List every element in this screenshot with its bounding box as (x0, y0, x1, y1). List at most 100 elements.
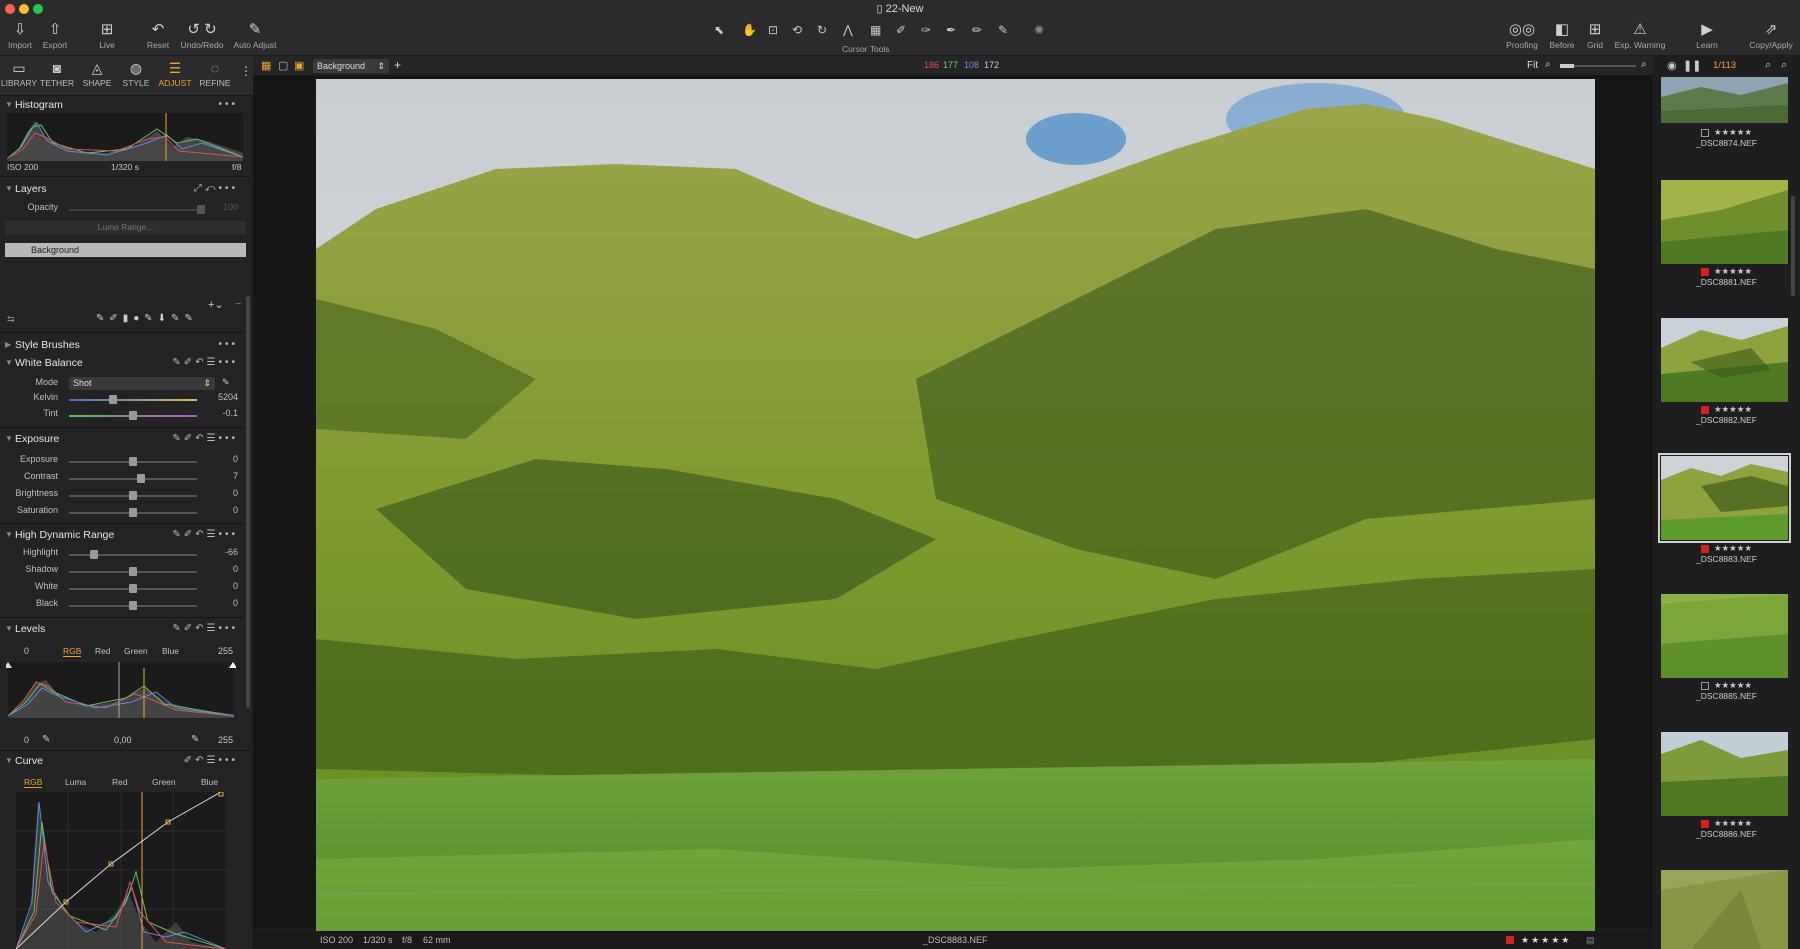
thumb-rating[interactable]: ★★★★★ (1714, 127, 1752, 137)
wb-mode-select[interactable]: Shot ⇕ (69, 377, 215, 390)
pan-cursor-icon[interactable]: ✋ (742, 23, 757, 37)
levels-out-low[interactable]: 0 (24, 735, 29, 745)
hdr-header[interactable]: ▼ High Dynamic Range ✎✐↶☰••• (0, 526, 250, 544)
thumb-rating[interactable]: ★★★★★ (1714, 680, 1752, 690)
shadow-knob[interactable] (129, 567, 137, 576)
brightness-slider[interactable] (69, 491, 197, 500)
highlight-value[interactable]: -66 (198, 547, 238, 557)
white-slider[interactable] (69, 584, 197, 593)
spot-icon[interactable]: ▦ (870, 23, 881, 37)
layer-select[interactable]: Background ⇕ (313, 59, 389, 73)
style-brushes-header[interactable]: ▶ Style Brushes ••• (0, 336, 250, 354)
eyedropper-black-icon[interactable]: ✎ (42, 734, 50, 745)
color-tag-none[interactable] (1700, 681, 1709, 690)
saturation-slider[interactable] (69, 508, 197, 517)
saturation-knob[interactable] (129, 508, 137, 517)
filter-icon[interactable]: ⌕ (1781, 59, 1787, 72)
grid-button[interactable]: ⊞ Grid (1582, 20, 1608, 50)
color-tag-red[interactable] (1506, 936, 1514, 944)
tint-value[interactable]: -0.1 (198, 408, 238, 418)
white-balance-header[interactable]: ▼ White Balance ✎✐↶☰••• (0, 354, 250, 372)
keystone-icon[interactable]: ⋀ (843, 23, 853, 37)
pause-icon[interactable]: ❚❚ (1683, 59, 1701, 72)
opacity-value[interactable]: 100 (198, 202, 238, 212)
color-tag-red[interactable] (1700, 267, 1709, 276)
zoom-out-icon[interactable]: ⌕ (1545, 59, 1551, 70)
zoom-slider[interactable] (1560, 64, 1636, 68)
left-panel-scrollbar[interactable] (246, 296, 250, 708)
hdr-tools-icon[interactable]: ✎✐↶☰••• (172, 526, 238, 544)
proofing-button[interactable]: ◎◎ Proofing (1502, 20, 1542, 50)
layer-brush-tools-icon[interactable]: ✎✐▮●✎⬇✎✎ (96, 313, 198, 324)
add-layer-icon[interactable]: + (394, 58, 401, 72)
histogram-header[interactable]: ▼ Histogram ••• (0, 96, 250, 114)
main-photo[interactable] (316, 79, 1595, 931)
curve-tab-rgb[interactable]: RGB (24, 777, 43, 788)
straighten-icon[interactable]: ⟲ (792, 23, 802, 37)
search-icon[interactable]: ⌕ (1765, 59, 1771, 72)
copy-apply-button[interactable]: ⇗ Copy/Apply (1746, 20, 1796, 50)
levels-in-low[interactable]: 0 (24, 646, 29, 656)
auto-adjust-button[interactable]: ✎ Auto Adjust (232, 20, 278, 50)
more-tabs-icon[interactable]: ⋮ (240, 64, 252, 78)
kelvin-knob[interactable] (109, 395, 117, 404)
layer-tools-icon[interactable]: ⤢↶••• (194, 180, 238, 198)
thumb-rating[interactable]: ★★★★★ (1714, 266, 1752, 276)
exposure-slider[interactable] (69, 457, 197, 466)
saturation-value[interactable]: 0 (198, 505, 238, 515)
thumb-rating[interactable]: ★★★★★ (1714, 543, 1752, 553)
tab-shape[interactable]: ◬ SHAPE (78, 60, 116, 88)
levels-tab-rgb[interactable]: RGB (63, 646, 82, 657)
select-cursor-icon[interactable]: ⬉ (714, 23, 724, 37)
live-button[interactable]: ⊞ Live (94, 20, 120, 50)
thumbnail[interactable] (1661, 732, 1788, 816)
info-icon[interactable]: ▤ (1586, 931, 1595, 949)
tint-knob[interactable] (129, 411, 137, 420)
black-slider[interactable] (69, 601, 197, 610)
curve-header[interactable]: ▼ Curve ✐↶☰••• (0, 752, 250, 770)
learn-button[interactable]: ▶ Learn (1692, 20, 1722, 50)
levels-tab-red[interactable]: Red (95, 646, 111, 656)
levels-out-high[interactable]: 255 (218, 735, 233, 745)
eye-icon[interactable]: ◉ (1667, 59, 1677, 72)
shadow-slider[interactable] (69, 567, 197, 576)
levels-tab-blue[interactable]: Blue (162, 646, 179, 656)
status-rating[interactable]: ★★★★★ (1521, 931, 1571, 949)
zoom-value[interactable]: Fit (1527, 60, 1538, 71)
contrast-knob[interactable] (137, 474, 145, 483)
undo-redo-button[interactable]: ↺ ↻ Undo/Redo (180, 20, 224, 50)
luma-range-button[interactable]: Luma Range... (5, 221, 246, 234)
thumb-rating[interactable]: ★★★★★ (1714, 404, 1752, 414)
annotation-icon[interactable]: ✎ (998, 23, 1008, 37)
thumb-rating[interactable]: ★★★★★ (1714, 818, 1752, 828)
single-view-icon[interactable]: ▢ (278, 59, 288, 72)
eyedropper-icon[interactable]: ✎ (222, 377, 230, 388)
color-tag-red[interactable] (1700, 819, 1709, 828)
eyedropper-white-icon[interactable]: ✎ (191, 734, 199, 745)
filmstrip-scrollbar[interactable] (1791, 196, 1795, 296)
highlight-knob[interactable] (90, 550, 98, 559)
thumbnail[interactable] (1661, 180, 1788, 264)
thumbnail-selected[interactable] (1658, 453, 1791, 543)
kelvin-slider[interactable] (69, 395, 197, 404)
curve-tab-luma[interactable]: Luma (65, 777, 86, 787)
color-tag-red[interactable] (1700, 405, 1709, 414)
levels-tools-icon[interactable]: ✎✐↶☰••• (172, 620, 238, 638)
curve-tab-blue[interactable]: Blue (201, 777, 218, 787)
picker-icon[interactable]: ✏ (972, 23, 982, 37)
highlight-slider[interactable] (69, 550, 197, 559)
black-value[interactable]: 0 (198, 598, 238, 608)
minimize-window-button[interactable] (19, 4, 29, 14)
thumbnail[interactable] (1661, 594, 1788, 678)
tab-adjust[interactable]: ☰ ADJUST (156, 60, 194, 88)
gradient-icon[interactable]: ✒ (946, 23, 956, 37)
exposure-tools-icon[interactable]: ✎✐↶☰••• (172, 430, 238, 448)
remove-layer-icon[interactable]: − (235, 298, 241, 310)
brush-icon[interactable]: ✐ (896, 23, 906, 37)
brightness-knob[interactable] (129, 491, 137, 500)
color-tag-none[interactable] (1700, 128, 1709, 137)
exposure-knob[interactable] (129, 457, 137, 466)
contrast-value[interactable]: 7 (198, 471, 238, 481)
close-window-button[interactable] (5, 4, 15, 14)
exp-warning-button[interactable]: ⚠ Exp. Warning (1612, 20, 1668, 50)
